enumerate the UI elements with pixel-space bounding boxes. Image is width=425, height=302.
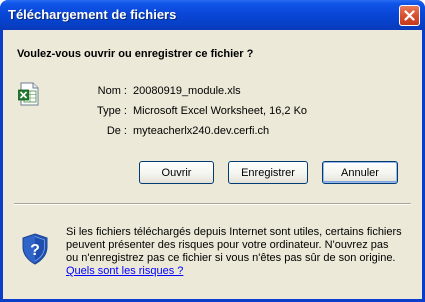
risks-link[interactable]: Quels sont les risques ? xyxy=(66,265,183,277)
file-source-value: myteacherlx240.dev.cerfi.ch xyxy=(133,125,270,137)
file-type-label: Type : xyxy=(97,105,127,117)
open-button[interactable]: Ouvrir xyxy=(139,161,214,184)
file-name-value: 20080919_module.xls xyxy=(133,85,241,97)
security-shield-icon: ? xyxy=(22,233,48,265)
save-button[interactable]: Enregistrer xyxy=(228,161,308,184)
security-warning: Si les fichiers téléchargés depuis Inter… xyxy=(66,226,402,278)
file-name-row: Nom : 20080919_module.xls xyxy=(57,85,357,99)
file-name-label: Nom : xyxy=(97,85,127,97)
excel-file-icon xyxy=(18,82,39,106)
svg-text:?: ? xyxy=(30,242,40,259)
close-button[interactable] xyxy=(399,5,420,26)
file-type-row: Type : Microsoft Excel Worksheet, 16,2 K… xyxy=(57,105,357,119)
window-title: Téléchargement de fichiers xyxy=(8,7,177,22)
dialog-body: Voulez-vous ouvrir ou enregistrer ce fic… xyxy=(3,30,422,299)
file-source-row: De : myteacherlx240.dev.cerfi.ch xyxy=(57,125,357,139)
file-source-label: De : xyxy=(106,125,127,137)
title-bar[interactable]: Téléchargement de fichiers xyxy=(0,0,425,30)
cancel-button[interactable]: Annuler xyxy=(322,161,398,184)
download-dialog-window: Téléchargement de fichiers Voulez-vous o… xyxy=(0,0,425,302)
dialog-question: Voulez-vous ouvrir ou enregistrer ce fic… xyxy=(17,48,254,60)
separator xyxy=(14,203,411,205)
file-type-value: Microsoft Excel Worksheet, 16,2 Ko xyxy=(133,105,308,117)
close-icon xyxy=(404,10,415,21)
security-warning-text: Si les fichiers téléchargés depuis Inter… xyxy=(66,226,402,264)
